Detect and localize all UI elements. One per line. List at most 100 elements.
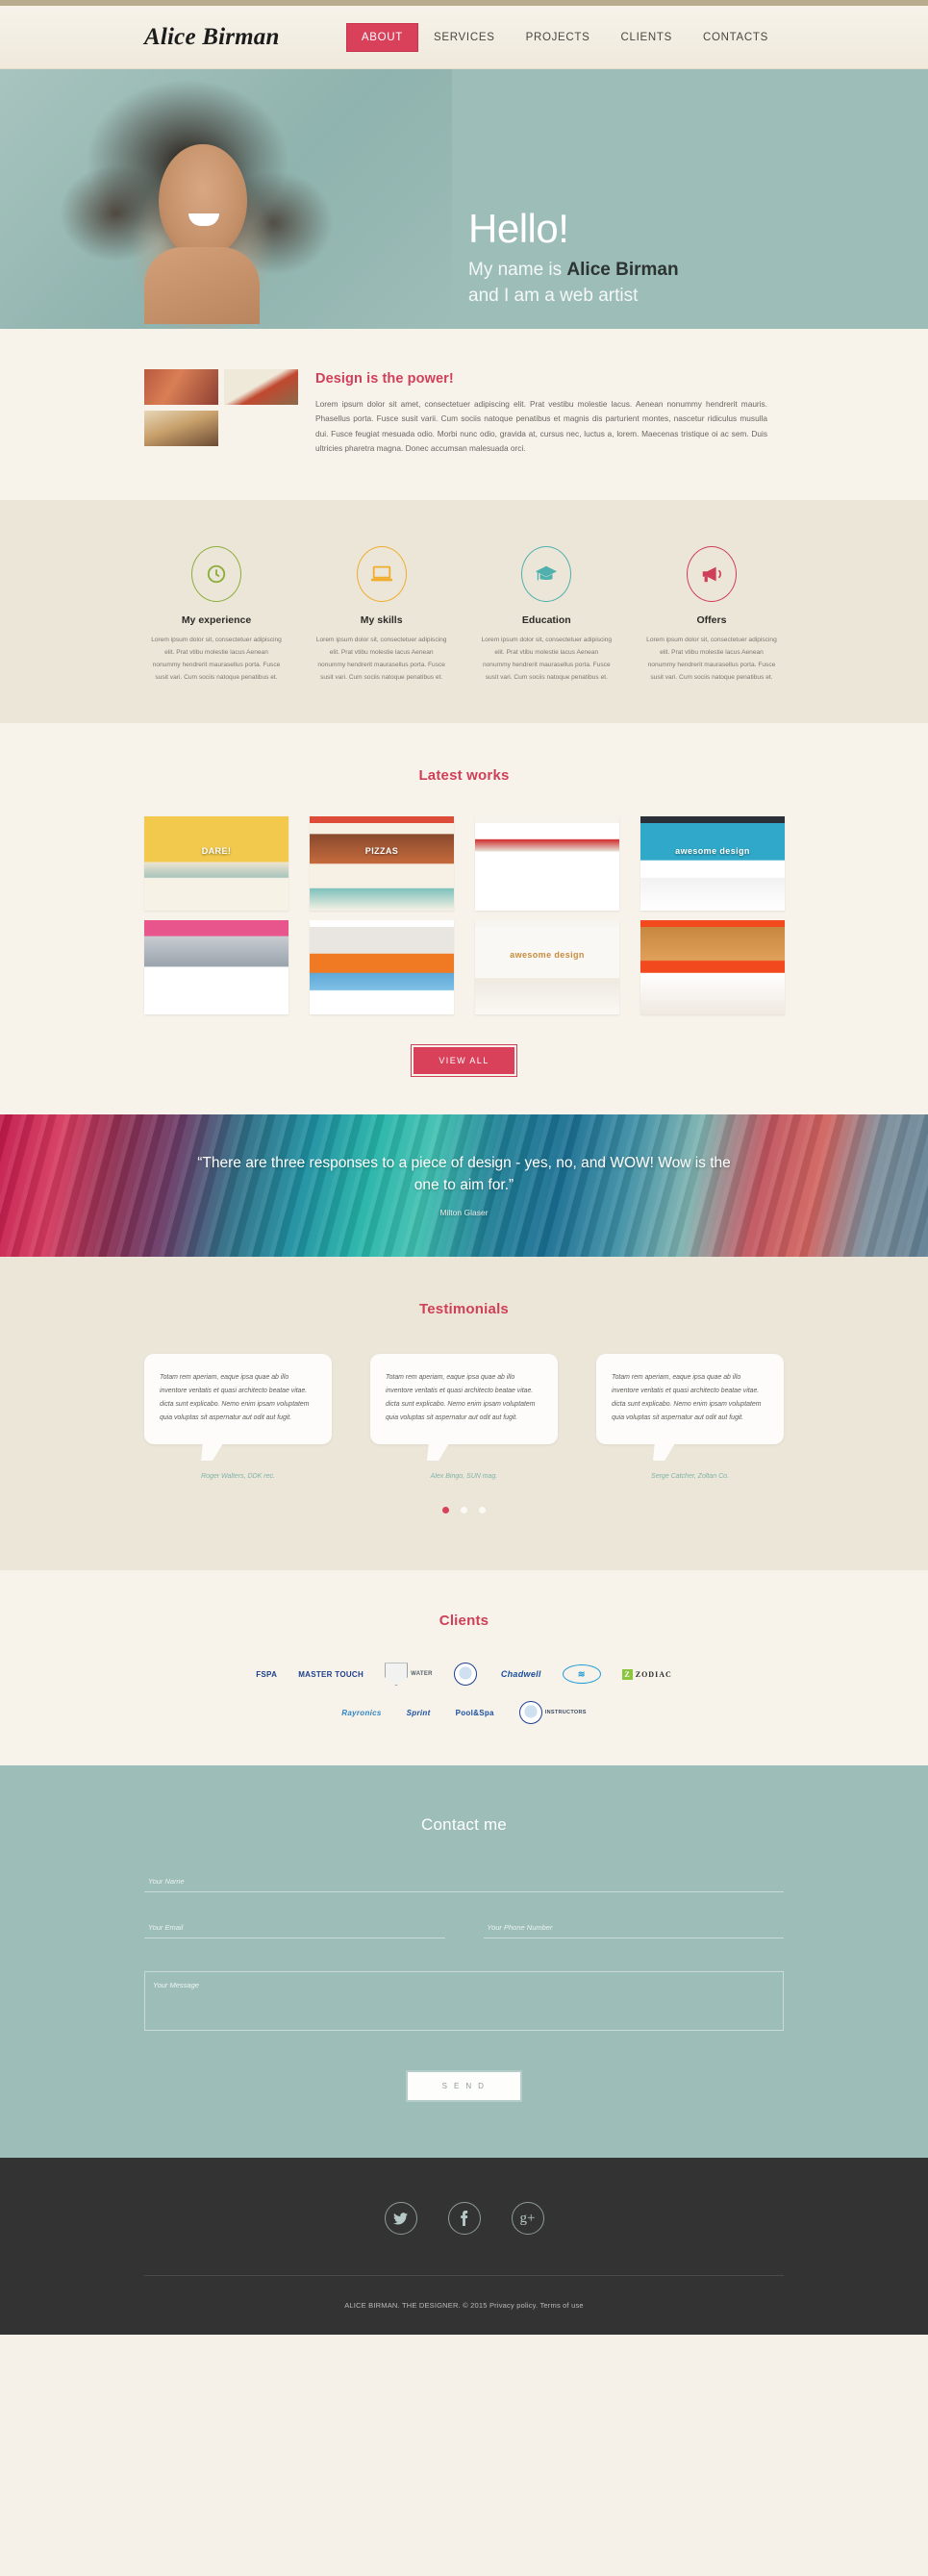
- graduation-icon: [521, 546, 572, 603]
- hero-copy: Hello! My name is Alice Birman and I am …: [468, 209, 679, 310]
- work-item-pink-architecture[interactable]: [144, 919, 288, 1014]
- nav-item-about[interactable]: ABOUT: [345, 22, 419, 52]
- client-logo-label: INSTRUCTORS: [544, 1710, 587, 1716]
- megaphone-icon: [686, 546, 737, 603]
- feature-education[interactable]: Education Lorem ipsum dolor sit, consect…: [474, 546, 618, 684]
- about-thumb-dog[interactable]: [144, 411, 218, 446]
- feature-offers[interactable]: Offers Lorem ipsum dolor sit, consectetu…: [640, 546, 784, 684]
- about-thumb-canyon[interactable]: [144, 369, 218, 405]
- feature-title: Offers: [696, 614, 727, 627]
- client-logo-instructors[interactable]: INSTRUCTORS: [518, 1700, 587, 1725]
- testimonial-text: Totam rem aperiam, eaque ipsa quae ab il…: [160, 1373, 310, 1422]
- work-label: awesome design: [510, 950, 585, 961]
- feature-title: My skills: [360, 614, 403, 627]
- send-button[interactable]: S E N D: [405, 2070, 523, 2103]
- latest-works-title: Latest works: [418, 766, 510, 784]
- nav-item-clients[interactable]: CLIENTS: [606, 23, 688, 52]
- testimonial-item: Totam rem aperiam, eaque ipsa quae ab il…: [144, 1353, 332, 1481]
- portrait-face: [159, 144, 247, 258]
- testimonial-author: Serge Catcher, Zoltan Co.: [651, 1473, 729, 1481]
- feature-body: Lorem ipsum dolor sit, consectetuer adip…: [151, 637, 282, 681]
- work-item-burger-food[interactable]: [640, 919, 785, 1014]
- features-section: My experience Lorem ipsum dolor sit, con…: [0, 500, 928, 723]
- client-logo-sprint[interactable]: Sprint: [407, 1700, 431, 1725]
- client-logo-circle-seal[interactable]: [453, 1662, 480, 1687]
- testimonial-text: Totam rem aperiam, eaque ipsa quae ab il…: [386, 1373, 536, 1422]
- message-textarea[interactable]: [144, 1971, 784, 2032]
- work-label: awesome design: [675, 846, 750, 857]
- feature-my-skills[interactable]: My skills Lorem ipsum dolor sit, consect…: [310, 546, 454, 684]
- testimonial-item: Totam rem aperiam, eaque ipsa quae ab il…: [370, 1353, 558, 1481]
- client-logo-pool-spa[interactable]: Pool&Spa: [456, 1700, 494, 1725]
- testimonial-bubble: Totam rem aperiam, eaque ipsa quae ab il…: [144, 1353, 332, 1445]
- client-logo-chadwell[interactable]: Chadwell: [501, 1662, 541, 1687]
- instructors-seal-icon: [518, 1701, 542, 1725]
- testimonial-pagination: [0, 1501, 928, 1518]
- clients-logo-row-2: Rayronics Sprint Pool&Spa INSTRUCTORS: [238, 1700, 690, 1725]
- hero-subtitle-line1: My name is Alice Birman: [468, 258, 679, 284]
- testimonials-section: Testimonials Totam rem aperiam, eaque ip…: [0, 1256, 928, 1571]
- testimonial-bubble: Totam rem aperiam, eaque ipsa quae ab il…: [370, 1353, 558, 1445]
- phone-input[interactable]: [483, 1923, 784, 1939]
- testimonial-author: Roger Walters, DDK rec.: [201, 1473, 275, 1481]
- pagination-dot-3[interactable]: [479, 1507, 487, 1514]
- clock-icon: [191, 546, 241, 603]
- work-item-balloons-awesome[interactable]: awesome design: [475, 919, 619, 1014]
- work-item-pizzas[interactable]: PIZZAS: [310, 815, 454, 911]
- client-logo-master-touch[interactable]: MASTER TOUCH: [298, 1662, 364, 1687]
- client-logo-rayronics[interactable]: Rayronics: [341, 1700, 381, 1725]
- client-logo-fspa[interactable]: FSPA: [256, 1662, 277, 1687]
- hero-subtitle-line2: and I am a web artist: [468, 285, 639, 306]
- client-logo-zodiac[interactable]: Z ZODIAC: [621, 1662, 672, 1687]
- clients-logo-row-1: FSPA MASTER TOUCH WATER Chadwell ≋ Z ZOD…: [128, 1662, 801, 1687]
- pagination-dot-2[interactable]: [461, 1507, 467, 1514]
- shield-icon: [385, 1663, 409, 1687]
- site-header: Alice Birman ABOUT SERVICES PROJECTS CLI…: [0, 6, 928, 69]
- client-logo-label: ZODIAC: [635, 1669, 672, 1679]
- contact-section: Contact me S E N D: [0, 1765, 928, 2159]
- email-input[interactable]: [144, 1923, 445, 1939]
- nav-item-services[interactable]: SERVICES: [418, 23, 511, 52]
- circle-seal-icon: [453, 1663, 477, 1687]
- work-label: PIZZAS: [364, 846, 399, 857]
- social-links: g+: [0, 2202, 928, 2236]
- client-logo-label: WATER: [411, 1671, 433, 1678]
- hero-portrait-photo: [0, 69, 452, 329]
- latest-works-section: Latest works DARE! PIZZAS awesome design: [0, 722, 928, 1114]
- works-grid: DARE! PIZZAS awesome design awesome desi…: [144, 815, 785, 1014]
- feature-title: My experience: [181, 614, 252, 627]
- copyright-text: ALICE BIRMAN. THE DESIGNER. © 2015 Priva…: [344, 2301, 584, 2311]
- contact-title: Contact me: [421, 1815, 507, 1835]
- work-label: DARE!: [201, 846, 232, 857]
- client-logo-shield[interactable]: WATER: [385, 1662, 433, 1687]
- view-all-button[interactable]: VIEW ALL: [412, 1044, 516, 1076]
- site-logo[interactable]: Alice Birman: [144, 24, 280, 51]
- nav-item-contacts[interactable]: CONTACTS: [688, 23, 784, 52]
- work-item-awesome-design[interactable]: awesome design: [640, 815, 785, 911]
- nav-item-projects[interactable]: PROJECTS: [511, 23, 606, 52]
- wave-icon: ≋: [562, 1664, 601, 1685]
- about-thumb-laptop-coffee[interactable]: [224, 369, 298, 405]
- work-item-corporate-red[interactable]: [475, 815, 619, 911]
- googleplus-icon[interactable]: g+: [511, 2202, 544, 2236]
- main-navigation: ABOUT SERVICES PROJECTS CLIENTS CONTACTS: [345, 22, 784, 52]
- testimonials-title: Testimonials: [419, 1300, 509, 1317]
- work-item-orange-support[interactable]: [310, 919, 454, 1014]
- client-logo-wave-oval[interactable]: ≋: [562, 1662, 601, 1687]
- name-input[interactable]: [144, 1877, 784, 1893]
- quote-text: “There are three responses to a piece of…: [197, 1155, 731, 1193]
- testimonial-item: Totam rem aperiam, eaque ipsa quae ab il…: [596, 1353, 784, 1481]
- testimonial-author: Alex Bingo, SUN mag.: [430, 1473, 498, 1481]
- work-item-dare-travel[interactable]: DARE!: [144, 815, 288, 911]
- twitter-icon[interactable]: [384, 2202, 417, 2236]
- feature-body: Lorem ipsum dolor sit, consectetuer adip…: [646, 637, 777, 681]
- clients-title: Clients: [439, 1613, 489, 1630]
- about-thumbnail-gallery: [144, 369, 298, 456]
- about-title: Design is the power!: [315, 371, 454, 387]
- feature-my-experience[interactable]: My experience Lorem ipsum dolor sit, con…: [144, 546, 288, 684]
- quote-banner: “There are three responses to a piece of…: [0, 1113, 928, 1257]
- facebook-icon[interactable]: [447, 2202, 481, 2236]
- pagination-dot-1[interactable]: [441, 1507, 449, 1514]
- feature-title: Education: [521, 614, 571, 627]
- site-footer: g+ ALICE BIRMAN. THE DESIGNER. © 2015 Pr…: [0, 2158, 928, 2336]
